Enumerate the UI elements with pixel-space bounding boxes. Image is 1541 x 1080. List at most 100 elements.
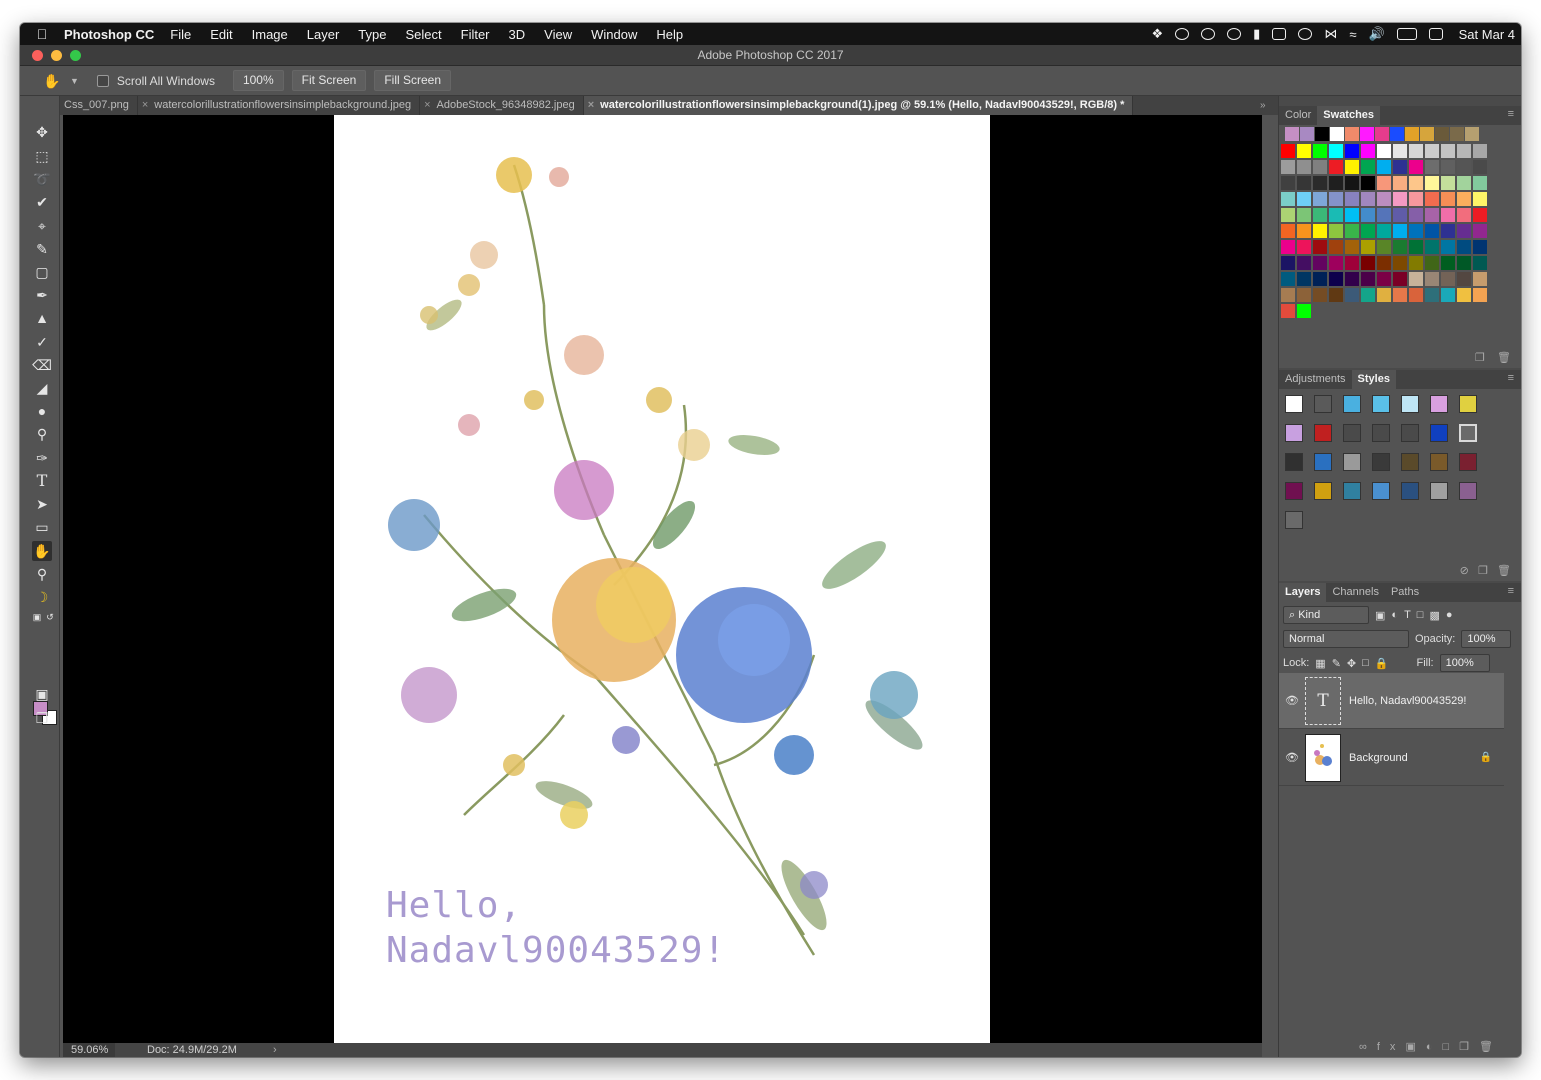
doc-tab[interactable]: Css_007.png (60, 96, 138, 115)
color-swatch[interactable] (1409, 272, 1423, 286)
color-swatch[interactable] (1345, 256, 1359, 270)
zoom-level[interactable]: 59.06% (63, 1043, 115, 1057)
color-swatch[interactable] (1409, 256, 1423, 270)
document-canvas[interactable]: Hello, Nadavl90043529! (334, 115, 990, 1043)
menu-file[interactable]: File (170, 27, 191, 42)
color-swatch[interactable] (1393, 224, 1407, 238)
color-swatch[interactable] (1361, 192, 1375, 206)
color-swatch[interactable] (1441, 160, 1455, 174)
color-swatch[interactable] (1441, 288, 1455, 302)
eraser-tool-icon[interactable]: ⌫ (32, 355, 52, 375)
color-swatch[interactable] (1441, 256, 1455, 270)
style-swatch[interactable] (1285, 424, 1303, 442)
color-swatch[interactable] (1361, 144, 1375, 158)
color-swatch[interactable] (1425, 160, 1439, 174)
lock-artboard-icon[interactable]: □ (1362, 657, 1369, 669)
color-swatch[interactable] (1329, 160, 1343, 174)
color-swatch[interactable] (1361, 240, 1375, 254)
menu-edit[interactable]: Edit (210, 27, 232, 42)
color-swatch[interactable] (1409, 176, 1423, 190)
doc-tab[interactable]: × watercolorillustrationflowersinsimpleba… (138, 96, 421, 115)
style-swatch[interactable] (1343, 395, 1361, 413)
shape-filter-icon[interactable]: □ (1417, 609, 1424, 621)
style-swatch[interactable] (1285, 453, 1303, 471)
style-swatch[interactable] (1372, 453, 1390, 471)
close-window-button[interactable] (32, 50, 43, 61)
style-swatch[interactable] (1285, 395, 1303, 413)
color-swatch[interactable] (1281, 272, 1295, 286)
clear-style-icon[interactable]: ⊘ (1460, 565, 1469, 577)
color-swatch[interactable] (1457, 160, 1471, 174)
color-swatch[interactable] (1313, 208, 1327, 222)
lasso-tool-icon[interactable]: ➰ (32, 169, 52, 189)
lock-all-icon[interactable]: 🔒 (1375, 657, 1389, 670)
color-swatch[interactable] (1390, 127, 1404, 141)
history-brush-tool-icon[interactable]: ✓ (32, 332, 52, 352)
color-swatch[interactable] (1377, 224, 1391, 238)
menu-view[interactable]: View (544, 27, 572, 42)
color-swatch[interactable] (1441, 144, 1455, 158)
crop-tool-icon[interactable]: ⌖ (32, 216, 52, 236)
style-swatch[interactable] (1314, 395, 1332, 413)
style-swatch[interactable] (1401, 424, 1419, 442)
style-swatch[interactable] (1459, 453, 1477, 471)
style-swatch[interactable] (1314, 453, 1332, 471)
lock-transparent-icon[interactable]: ▦ (1315, 657, 1325, 670)
color-swatch[interactable] (1409, 224, 1423, 238)
tab-channels[interactable]: Channels (1326, 583, 1384, 602)
color-swatch[interactable] (1297, 240, 1311, 254)
color-swatch[interactable] (1345, 144, 1359, 158)
color-swatch[interactable] (1281, 192, 1295, 206)
color-swatch[interactable] (1297, 176, 1311, 190)
rectangle-tool-icon[interactable]: ▭ (32, 517, 52, 537)
color-swatch[interactable] (1313, 192, 1327, 206)
color-swatch[interactable] (1425, 288, 1439, 302)
style-swatch[interactable] (1459, 424, 1477, 442)
color-swatch[interactable] (1281, 224, 1295, 238)
color-swatch[interactable] (1441, 192, 1455, 206)
tab-adjustments[interactable]: Adjustments (1279, 370, 1352, 389)
fill-field[interactable]: 100% (1439, 654, 1490, 672)
color-swatch[interactable] (1441, 208, 1455, 222)
color-swatch[interactable] (1377, 208, 1391, 222)
color-swatch[interactable] (1457, 208, 1471, 222)
color-swatch[interactable] (1457, 144, 1471, 158)
menu-type[interactable]: Type (358, 27, 386, 42)
color-swatch[interactable] (1345, 160, 1359, 174)
color-swatch[interactable] (1405, 127, 1419, 141)
color-swatch[interactable] (1377, 272, 1391, 286)
color-swatch[interactable] (1313, 176, 1327, 190)
color-swatch[interactable] (1473, 224, 1487, 238)
close-tab-icon[interactable]: × (424, 96, 430, 115)
color-swatch[interactable] (1457, 272, 1471, 286)
pen-tool-icon[interactable]: ✑ (32, 448, 52, 468)
color-swatch[interactable] (1425, 144, 1439, 158)
style-swatch[interactable] (1343, 482, 1361, 500)
color-swatch[interactable] (1425, 256, 1439, 270)
color-swatch[interactable] (1441, 272, 1455, 286)
color-swatch[interactable] (1297, 208, 1311, 222)
tab-color[interactable]: Color (1279, 106, 1317, 125)
flag-icon[interactable] (1428, 28, 1443, 40)
style-swatch[interactable] (1372, 482, 1390, 500)
color-swatch[interactable] (1281, 208, 1295, 222)
color-swatch[interactable] (1393, 256, 1407, 270)
delete-layer-icon[interactable]: 🗑 (1479, 1041, 1503, 1053)
menu-layer[interactable]: Layer (307, 27, 340, 42)
color-swatch[interactable] (1361, 176, 1375, 190)
style-swatch[interactable] (1285, 482, 1303, 500)
color-swatch[interactable] (1377, 160, 1391, 174)
apple-menu-icon[interactable]:  (20, 26, 64, 42)
blend-mode-select[interactable]: Normal (1283, 630, 1409, 648)
style-swatch[interactable] (1459, 395, 1477, 413)
add-mask-icon[interactable]: ▣ (1405, 1041, 1425, 1053)
menu-3d[interactable]: 3D (509, 27, 526, 42)
lock-image-icon[interactable]: ✎ (1332, 657, 1341, 670)
color-swatch[interactable] (1313, 256, 1327, 270)
color-swatch[interactable] (1393, 160, 1407, 174)
style-swatch[interactable] (1430, 395, 1448, 413)
screen-mode-icon[interactable]: ❐ (32, 708, 52, 728)
color-swatch[interactable] (1329, 208, 1343, 222)
fill-screen-button[interactable]: Fill Screen (374, 70, 452, 91)
color-swatch[interactable] (1473, 256, 1487, 270)
